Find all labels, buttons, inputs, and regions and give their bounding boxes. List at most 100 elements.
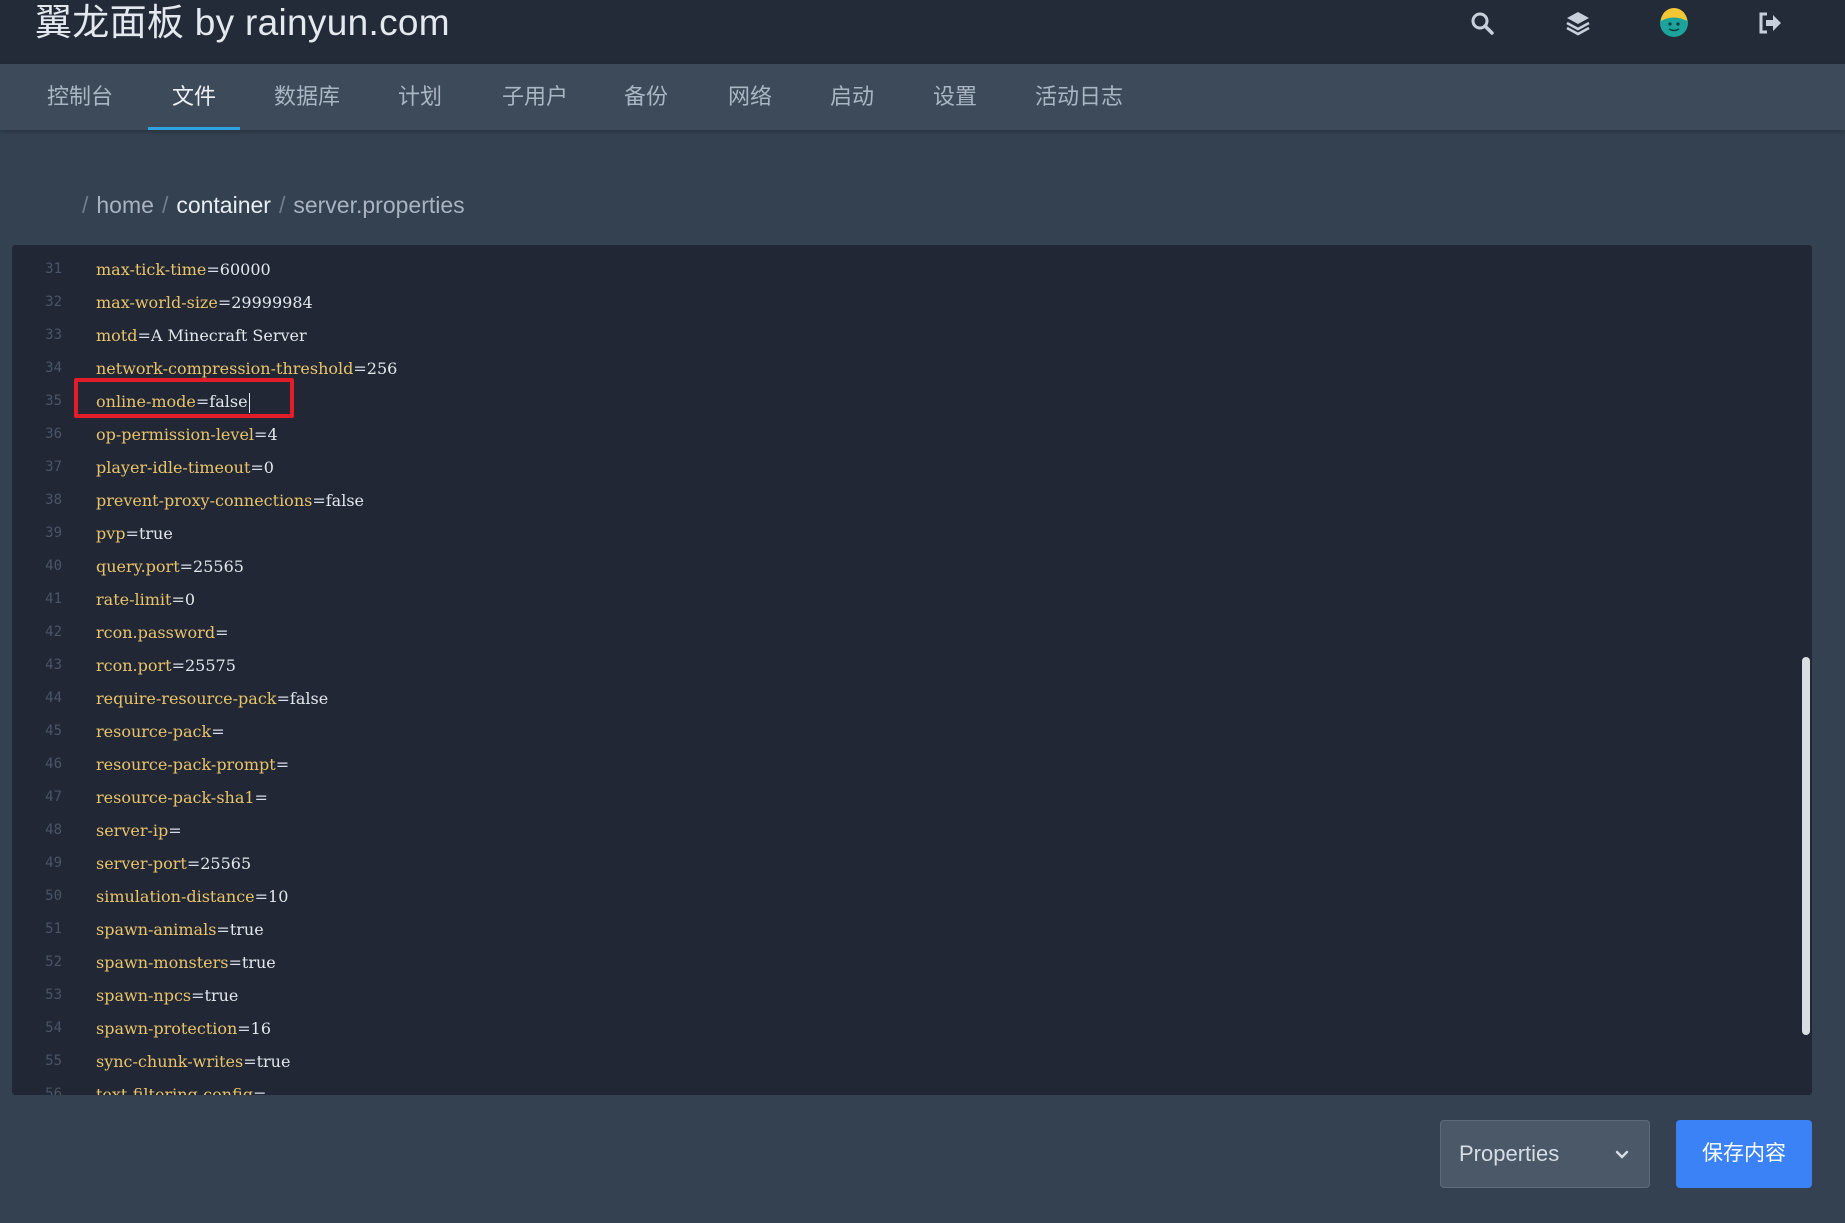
editor-line[interactable]: 50 simulation-distance=10: [12, 880, 1812, 913]
editor-line[interactable]: 56 text-filtering-config=: [12, 1078, 1812, 1095]
line-code[interactable]: spawn-animals=true: [96, 913, 264, 946]
top-header: 翼龙面板 by rainyun.com: [0, 0, 1845, 64]
property-key: rcon.port: [96, 656, 172, 675]
layers-icon[interactable]: [1563, 8, 1593, 38]
line-code[interactable]: simulation-distance=10: [96, 880, 288, 913]
line-code[interactable]: query.port=25565: [96, 550, 244, 583]
line-number: 56: [45, 1086, 62, 1095]
line-code[interactable]: rcon.password=: [96, 616, 228, 649]
line-code[interactable]: resource-pack-sha1=: [96, 781, 268, 814]
breadcrumb-separator: /: [161, 192, 169, 218]
equals-sign: =: [237, 1019, 251, 1038]
property-key: player-idle-timeout: [96, 458, 251, 477]
property-value: 0: [184, 590, 196, 609]
line-code[interactable]: text-filtering-config=: [96, 1078, 266, 1095]
editor-line[interactable]: 46 resource-pack-prompt=: [12, 748, 1812, 781]
line-number: 50: [45, 888, 62, 904]
property-value: 60000: [219, 260, 271, 279]
tab-databases[interactable]: 数据库: [274, 64, 340, 130]
editor-line[interactable]: 42 rcon.password=: [12, 616, 1812, 649]
property-key: resource-pack-prompt: [96, 755, 276, 774]
editor-line[interactable]: 43 rcon.port=25575: [12, 649, 1812, 682]
line-code[interactable]: online-mode=false: [96, 385, 250, 418]
tab-files[interactable]: 文件: [147, 64, 241, 130]
property-key: resource-pack: [96, 722, 212, 741]
equals-sign: =: [215, 623, 229, 642]
line-code[interactable]: spawn-protection=16: [96, 1012, 271, 1045]
editor-line[interactable]: 32 max-world-size=29999984: [12, 286, 1812, 319]
logout-icon[interactable]: [1755, 8, 1785, 38]
editor-line[interactable]: 40 query.port=25565: [12, 550, 1812, 583]
editor-line[interactable]: 36 op-permission-level=4: [12, 418, 1812, 451]
line-number: 43: [45, 657, 62, 673]
line-number: 48: [45, 822, 62, 838]
breadcrumb-home[interactable]: home: [96, 190, 154, 220]
line-code[interactable]: op-permission-level=4: [96, 418, 278, 451]
property-value: true: [256, 1052, 291, 1071]
editor-line[interactable]: 53 spawn-npcs=true: [12, 979, 1812, 1012]
line-code[interactable]: max-tick-time=60000: [96, 253, 271, 286]
editor-line[interactable]: 54 spawn-protection=16: [12, 1012, 1812, 1045]
line-code[interactable]: prevent-proxy-connections=false: [96, 484, 364, 517]
save-content-button[interactable]: 保存内容: [1676, 1120, 1812, 1188]
editor-line[interactable]: 48 server-ip=: [12, 814, 1812, 847]
breadcrumb-separator: /: [278, 192, 286, 218]
tab-network[interactable]: 网络: [728, 64, 772, 130]
equals-sign: =: [168, 821, 182, 840]
tab-backups[interactable]: 备份: [624, 64, 668, 130]
property-key: simulation-distance: [96, 887, 255, 906]
line-code[interactable]: server-ip=: [96, 814, 182, 847]
avatar[interactable]: [1659, 8, 1689, 38]
editor-line[interactable]: 33 motd=A Minecraft Server: [12, 319, 1812, 352]
line-code[interactable]: spawn-monsters=true: [96, 946, 276, 979]
breadcrumb-container[interactable]: container: [176, 190, 271, 220]
search-icon[interactable]: [1467, 8, 1497, 38]
app-title[interactable]: 翼龙面板 by rainyun.com: [35, 0, 450, 46]
equals-sign: =: [195, 392, 210, 411]
tab-settings[interactable]: 设置: [933, 64, 977, 130]
property-value: true: [241, 953, 276, 972]
line-code[interactable]: player-idle-timeout=0: [96, 451, 274, 484]
line-number: 49: [45, 855, 62, 871]
line-code[interactable]: rate-limit=0: [96, 583, 195, 616]
line-code[interactable]: pvp=true: [96, 517, 173, 550]
line-code[interactable]: network-compression-threshold=256: [96, 352, 397, 385]
property-value: true: [229, 920, 264, 939]
editor-line[interactable]: 51 spawn-animals=true: [12, 913, 1812, 946]
line-code[interactable]: require-resource-pack=false: [96, 682, 328, 715]
line-code[interactable]: max-world-size=29999984: [96, 286, 313, 319]
editor-line[interactable]: 39 pvp=true: [12, 517, 1812, 550]
line-number: 33: [45, 327, 62, 343]
property-value: 25565: [200, 854, 252, 873]
equals-sign: =: [211, 722, 225, 741]
editor-line[interactable]: 35 online-mode=false: [12, 385, 1812, 418]
breadcrumb: / home / container / server.properties: [82, 190, 465, 220]
line-code[interactable]: resource-pack=: [96, 715, 225, 748]
editor-line[interactable]: 55 sync-chunk-writes=true: [12, 1045, 1812, 1078]
line-code[interactable]: server-port=25565: [96, 847, 251, 880]
editor-line[interactable]: 34 network-compression-threshold=256: [12, 352, 1812, 385]
tab-startup[interactable]: 启动: [830, 64, 874, 130]
tab-subusers[interactable]: 子用户: [502, 64, 568, 130]
line-code[interactable]: motd=A Minecraft Server: [96, 319, 307, 352]
tab-activity-log[interactable]: 活动日志: [1035, 64, 1123, 130]
line-code[interactable]: sync-chunk-writes=true: [96, 1045, 290, 1078]
editor-line[interactable]: 44 require-resource-pack=false: [12, 682, 1812, 715]
line-code[interactable]: resource-pack-prompt=: [96, 748, 289, 781]
editor-line[interactable]: 31 max-tick-time=60000: [12, 253, 1812, 286]
editor-line[interactable]: 49 server-port=25565: [12, 847, 1812, 880]
editor-line[interactable]: 41 rate-limit=0: [12, 583, 1812, 616]
code-editor[interactable]: 31 max-tick-time=60000 32 max-world-size=29…: [12, 245, 1812, 1095]
tab-console[interactable]: 控制台: [47, 64, 113, 130]
equals-sign: =: [252, 1085, 267, 1095]
line-code[interactable]: rcon.port=25575: [96, 649, 236, 682]
line-code[interactable]: spawn-npcs=true: [96, 979, 238, 1012]
tab-schedules[interactable]: 计划: [398, 64, 442, 130]
editor-line[interactable]: 52 spawn-monsters=true: [12, 946, 1812, 979]
editor-line[interactable]: 37 player-idle-timeout=0: [12, 451, 1812, 484]
editor-line[interactable]: 45 resource-pack=: [12, 715, 1812, 748]
editor-line[interactable]: 47 resource-pack-sha1=: [12, 781, 1812, 814]
editor-line[interactable]: 38 prevent-proxy-connections=false: [12, 484, 1812, 517]
syntax-mode-select[interactable]: Properties: [1440, 1120, 1650, 1188]
property-value: 16: [250, 1019, 272, 1038]
